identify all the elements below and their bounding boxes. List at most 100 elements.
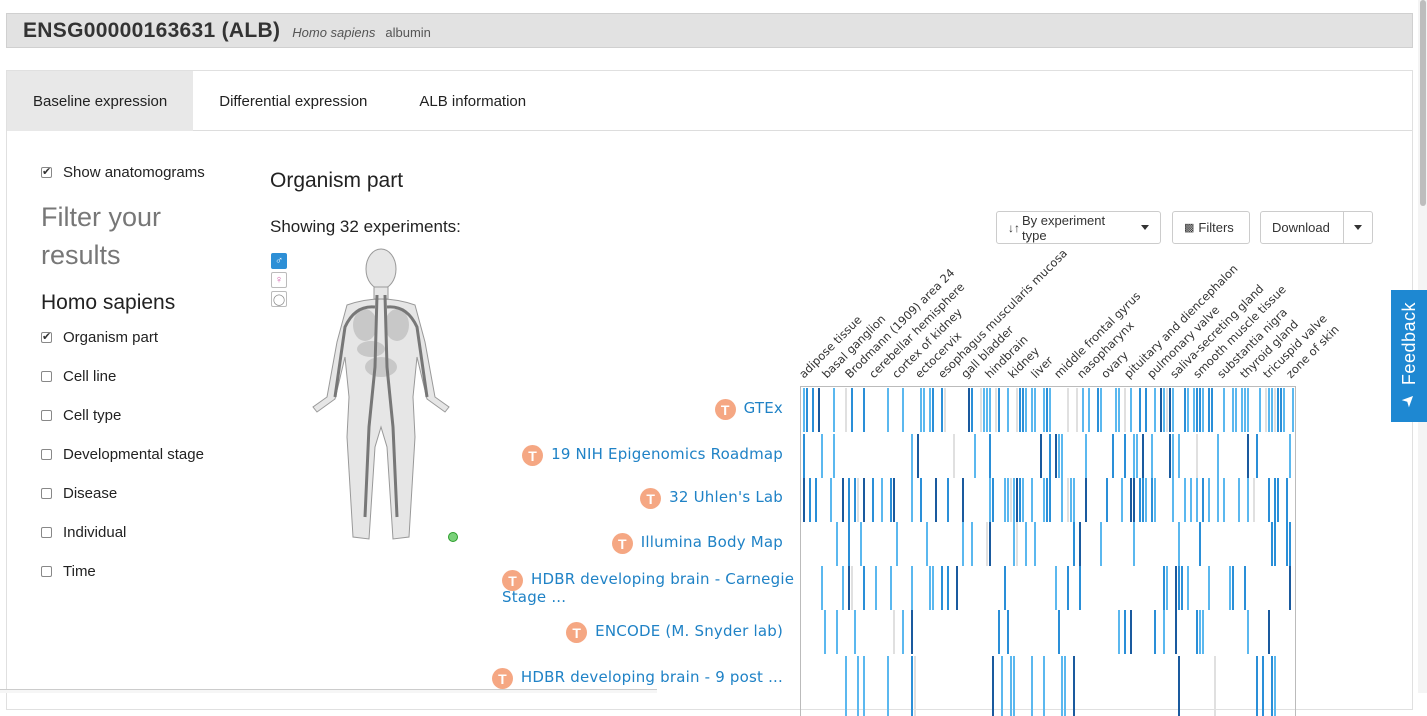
heatmap-cell[interactable] (815, 478, 817, 522)
heatmap-cell[interactable] (1178, 522, 1180, 566)
heatmap-cell[interactable] (845, 388, 847, 432)
heatmap-cell[interactable] (1055, 566, 1057, 610)
heatmap-cell[interactable] (989, 388, 991, 432)
heatmap-cell[interactable] (1145, 478, 1147, 522)
heatmap-cell[interactable] (833, 388, 835, 432)
filter-cell-line[interactable]: Cell line (41, 357, 241, 396)
heatmap-cell[interactable] (1142, 478, 1144, 522)
heatmap-cell[interactable] (893, 478, 895, 522)
heatmap-cell[interactable] (998, 388, 1000, 432)
heatmap-cell[interactable] (1067, 388, 1069, 432)
heatmap-cell[interactable] (863, 566, 865, 610)
heatmap-cell[interactable] (1274, 656, 1276, 716)
heatmap-cell[interactable] (1274, 522, 1276, 566)
heatmap-cell[interactable] (1022, 478, 1024, 522)
heatmap-cell[interactable] (1040, 434, 1042, 478)
heatmap-cell[interactable] (1034, 388, 1036, 432)
heatmap-cell[interactable] (1256, 656, 1258, 716)
heatmap-cell[interactable] (1286, 478, 1288, 522)
heatmap-cell[interactable] (1211, 388, 1213, 432)
heatmap-cell[interactable] (1163, 610, 1165, 654)
heatmap-cell[interactable] (1016, 522, 1018, 566)
experiment-link[interactable]: HDBR developing brain - 9 post ... (521, 668, 783, 686)
experiment-link[interactable]: 19 NIH Epigenomics Roadmap (551, 445, 783, 463)
heatmap-cell[interactable] (1232, 566, 1234, 610)
heatmap-cell[interactable] (1031, 478, 1033, 522)
heatmap-cell[interactable] (917, 434, 919, 478)
heatmap-cell[interactable] (848, 566, 850, 610)
heatmap-cell[interactable] (1265, 388, 1267, 432)
heatmap-cell[interactable] (848, 478, 850, 522)
heatmap-cell[interactable] (1112, 434, 1114, 478)
heatmap-cell[interactable] (1202, 610, 1204, 654)
heatmap-cell[interactable] (1286, 522, 1288, 566)
heatmap-cell[interactable] (812, 388, 814, 432)
heatmap-cell[interactable] (1289, 522, 1291, 566)
heatmap-cell[interactable] (1154, 388, 1156, 432)
heatmap-cell[interactable] (1271, 656, 1273, 716)
heatmap-cell[interactable] (947, 478, 949, 522)
heatmap-cell[interactable] (1019, 388, 1021, 432)
heatmap-cell[interactable] (1247, 434, 1249, 478)
heatmap-cell[interactable] (1133, 478, 1135, 522)
checkbox-checked-icon[interactable] (41, 165, 52, 178)
heatmap-cell[interactable] (914, 656, 916, 716)
heatmap-cell[interactable] (1130, 388, 1132, 432)
heatmap-cell[interactable] (1085, 478, 1087, 522)
heatmap-cell[interactable] (836, 522, 838, 566)
checkbox-checked-icon[interactable] (41, 330, 52, 343)
heatmap-cell[interactable] (1133, 522, 1135, 566)
heatmap-cell[interactable] (806, 388, 808, 432)
heatmap-cell[interactable] (1118, 610, 1120, 654)
heatmap-cell[interactable] (1043, 388, 1045, 432)
heatmap-cell[interactable] (1292, 388, 1294, 432)
heatmap-cell[interactable] (971, 522, 973, 566)
heatmap-cell[interactable] (1196, 388, 1198, 432)
heatmap-cell[interactable] (1130, 610, 1132, 654)
heatmap-cell[interactable] (851, 388, 853, 432)
heatmap-cell[interactable] (1079, 522, 1081, 566)
experiment-link[interactable]: 32 Uhlen's Lab (669, 488, 783, 506)
heatmap-cell[interactable] (1070, 478, 1072, 522)
heatmap-cell[interactable] (1178, 434, 1180, 478)
heatmap-cell[interactable] (1172, 434, 1174, 478)
heatmap-cell[interactable] (851, 566, 853, 610)
heatmap-cell[interactable] (1016, 478, 1018, 522)
heatmap-cell[interactable] (857, 478, 859, 522)
heatmap-cell[interactable] (1043, 656, 1045, 716)
heatmap-cell[interactable] (1073, 522, 1075, 566)
heatmap-cell[interactable] (923, 388, 925, 432)
heatmap-cell[interactable] (848, 522, 850, 566)
heatmap-cell[interactable] (932, 566, 934, 610)
heatmap-cell[interactable] (1196, 434, 1198, 478)
heatmap-cell[interactable] (836, 610, 838, 654)
heatmap-cell[interactable] (1199, 388, 1201, 432)
heatmap-cell[interactable] (821, 434, 823, 478)
heatmap-cell[interactable] (1256, 434, 1258, 478)
heatmap-cell[interactable] (911, 566, 913, 610)
heatmap-cell[interactable] (902, 388, 904, 432)
heatmap-cell[interactable] (1208, 566, 1210, 610)
heatmap-cell[interactable] (1160, 388, 1162, 432)
heatmap-cell[interactable] (1151, 434, 1153, 478)
heatmap-cell[interactable] (1058, 434, 1060, 478)
heatmap-cell[interactable] (1142, 434, 1144, 478)
experiment-row-illumina[interactable]: T Illumina Body Map (611, 533, 783, 554)
heatmap-cell[interactable] (1121, 478, 1123, 522)
experiment-row-nih-roadmap[interactable]: T 19 NIH Epigenomics Roadmap (522, 445, 783, 466)
heatmap-cell[interactable] (1073, 478, 1075, 522)
tab-differential-expression[interactable]: Differential expression (193, 71, 393, 131)
heatmap-cell[interactable] (830, 478, 832, 522)
heatmap-cell[interactable] (1289, 566, 1291, 610)
heatmap-cell[interactable] (1268, 388, 1270, 432)
heatmap-cell[interactable] (872, 478, 874, 522)
heatmap-cell[interactable] (929, 566, 931, 610)
heatmap-cell[interactable] (890, 566, 892, 610)
heatmap-cell[interactable] (1193, 388, 1195, 432)
heatmap-cell[interactable] (1031, 388, 1033, 432)
heatmap-cell[interactable] (968, 388, 970, 432)
heatmap-cell[interactable] (842, 566, 844, 610)
heatmap-cell[interactable] (890, 478, 892, 522)
experiment-link[interactable]: Illumina Body Map (641, 533, 783, 551)
experiment-row-encode[interactable]: T ENCODE (M. Snyder lab) (566, 622, 783, 643)
